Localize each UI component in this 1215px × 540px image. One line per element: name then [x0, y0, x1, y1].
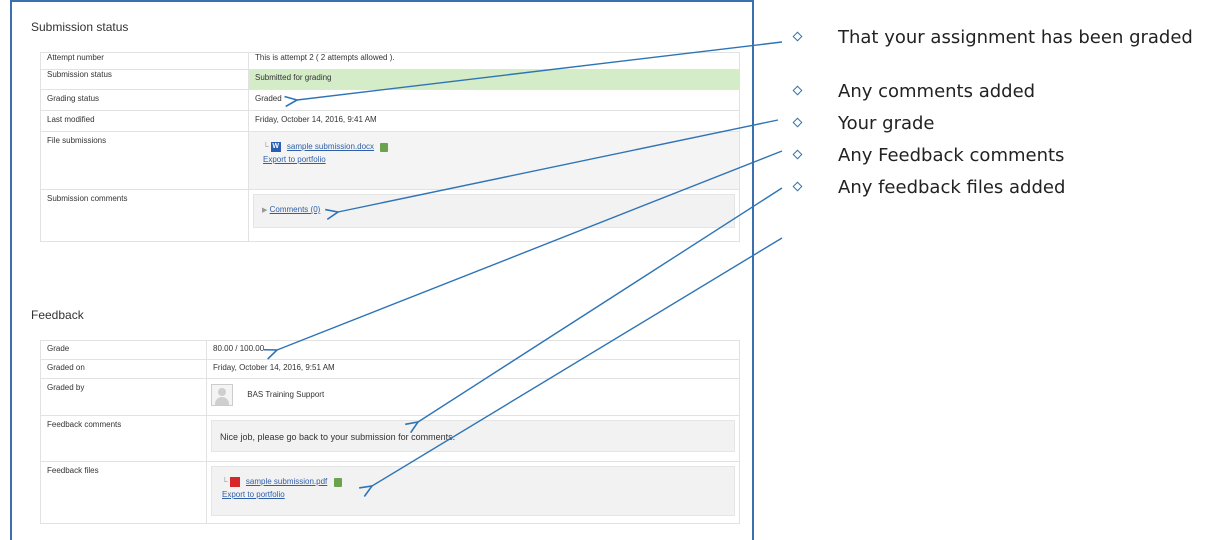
arrow-to-grading-status — [297, 41, 783, 100]
arrow-to-grade — [277, 150, 783, 350]
arrow-to-feedback-files — [372, 237, 783, 486]
arrow-to-comments — [338, 119, 779, 212]
callout-arrows — [0, 41, 783, 540]
